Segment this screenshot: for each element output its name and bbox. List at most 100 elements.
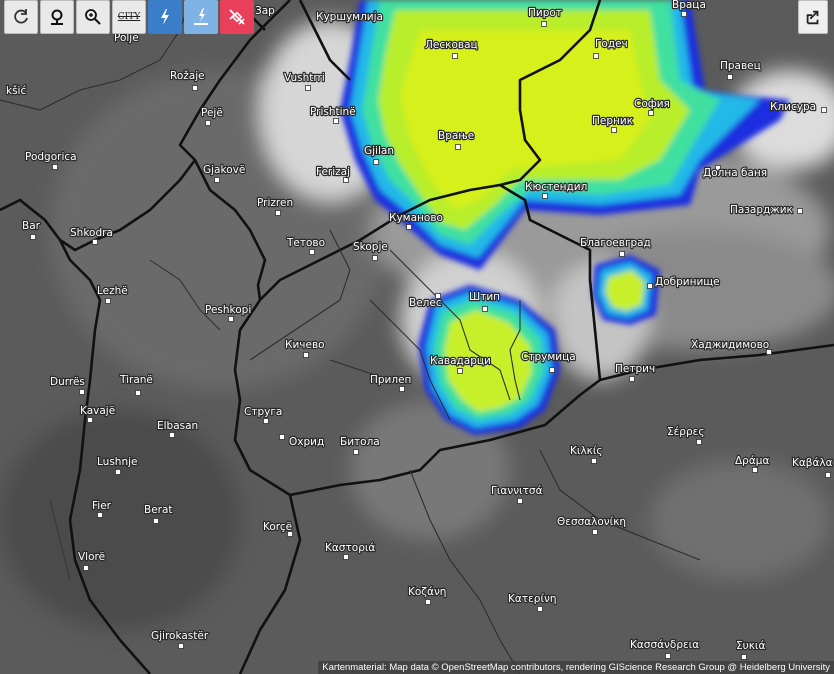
city-marker-dot <box>399 386 405 392</box>
map-pin-icon <box>51 9 63 25</box>
city-marker-dot <box>214 177 220 183</box>
city-label: Кюстендил <box>525 181 587 193</box>
city-marker-dot <box>372 255 378 261</box>
city-label: Струга <box>244 406 282 418</box>
city-marker-dot <box>303 352 309 358</box>
city-label: Gjakovë <box>203 164 245 176</box>
city-marker-dot <box>279 434 285 440</box>
city-label: Перник <box>592 115 633 127</box>
satellite-off-icon <box>229 9 245 25</box>
city-label: Хаджидимово <box>691 339 769 351</box>
city-marker-dot <box>592 529 598 535</box>
city-label: Прилеп <box>370 374 411 386</box>
city-icon: CITY <box>117 12 141 22</box>
city-label: Охрид <box>289 436 324 448</box>
city-label: Ferizaj <box>316 166 350 178</box>
location-button[interactable] <box>40 0 74 34</box>
city-label: Prizren <box>257 197 293 209</box>
city-marker-dot <box>542 193 548 199</box>
city-marker-dot <box>541 21 547 27</box>
city-label: Καβάλα <box>792 457 833 469</box>
city-marker-dot <box>305 85 311 91</box>
city-label: Враца <box>672 0 706 11</box>
city-marker-dot <box>353 449 359 455</box>
city-marker-dot <box>482 306 488 312</box>
city-label: Σέρρες <box>667 426 704 438</box>
city-label: Петрич <box>615 363 655 375</box>
city-marker-dot <box>153 518 159 524</box>
city-marker-dot <box>648 110 654 116</box>
city-label: Пирот <box>528 7 562 19</box>
city-label: Κασσάνδρεια <box>630 639 699 651</box>
city-marker-dot <box>593 53 599 59</box>
city-label: Gjirokastër <box>151 630 209 642</box>
city-label: Γιαννιτσά <box>491 485 543 497</box>
city-marker-dot <box>52 164 58 170</box>
city-label: Κατερίνη <box>508 593 557 605</box>
city-label: Berat <box>144 504 173 516</box>
city-marker-dot <box>537 606 543 612</box>
city-label: Куршумлија <box>316 11 383 23</box>
city-marker-dot <box>192 85 198 91</box>
city-marker-dot <box>228 316 234 322</box>
zoom-button[interactable] <box>76 0 110 34</box>
city-label: Добринище <box>655 276 720 288</box>
city-label: Долна баня <box>703 167 767 179</box>
city-label: kšić <box>6 85 26 97</box>
city-label: София <box>634 98 670 110</box>
refresh-icon <box>14 9 28 24</box>
city-marker-dot <box>83 565 89 571</box>
city-marker-dot <box>611 127 617 133</box>
city-marker-dot <box>333 118 339 124</box>
city-marker-dot <box>665 653 671 659</box>
city-label: Καστοριά <box>325 542 375 554</box>
city-label: Συκιά <box>736 640 765 652</box>
city-marker-dot <box>797 208 803 214</box>
city-marker-dot <box>343 554 349 560</box>
city-label: Lezhë <box>97 285 128 297</box>
city-label: Годеч <box>595 38 628 50</box>
city-marker-dot <box>87 417 93 423</box>
city-label: Kavajë <box>80 405 115 417</box>
city-labels-button[interactable]: CITY <box>112 0 146 34</box>
city-label: Лесковац <box>425 39 478 51</box>
city-marker-dot <box>647 283 653 289</box>
city-label: Prishtinë <box>310 106 356 118</box>
ground-strike-button[interactable] <box>184 0 218 34</box>
city-label: Vushtrri <box>284 72 325 84</box>
ground-strike-icon <box>194 8 208 25</box>
city-label: Κιλκίς <box>570 445 603 457</box>
city-label: Тетово <box>286 237 325 249</box>
lightning-icon <box>161 9 169 25</box>
map-attribution: Kartenmaterial: Map data © OpenStreetMap… <box>318 661 834 674</box>
city-marker-dot <box>343 177 349 183</box>
city-label: Shkodra <box>70 227 113 239</box>
city-label: Korçë <box>263 521 292 533</box>
city-label: Durrës <box>50 376 85 388</box>
city-marker-dot <box>681 11 687 17</box>
city-label: Благоевград <box>580 237 651 249</box>
city-label: Rožaje <box>170 70 205 82</box>
city-label: Peshkopi <box>205 304 251 316</box>
lightning-button[interactable] <box>148 0 182 34</box>
city-label: Pejë <box>201 107 223 119</box>
city-marker-dot <box>821 107 827 113</box>
city-marker-dot <box>169 432 175 438</box>
city-label: Elbasan <box>157 420 198 432</box>
city-marker-dot <box>30 234 36 240</box>
no-satellite-button[interactable] <box>220 0 254 34</box>
refresh-button[interactable] <box>4 0 38 34</box>
city-marker-dot <box>263 418 269 424</box>
city-label: Tiranë <box>119 374 153 386</box>
city-marker-dot <box>115 469 121 475</box>
share-button[interactable] <box>798 0 828 34</box>
city-label: Куманово <box>389 212 443 224</box>
city-marker-dot <box>275 210 281 216</box>
city-label: Велес <box>409 297 442 309</box>
city-marker-dot <box>455 144 461 150</box>
city-label: Зар <box>255 5 275 17</box>
city-label: Κοζάνη <box>408 586 446 598</box>
radar-map[interactable]: Куршумлија Пирот Враца Лесковац Годеч Правец С… <box>0 0 834 674</box>
city-marker-dot <box>457 368 463 374</box>
share-icon <box>806 10 819 25</box>
